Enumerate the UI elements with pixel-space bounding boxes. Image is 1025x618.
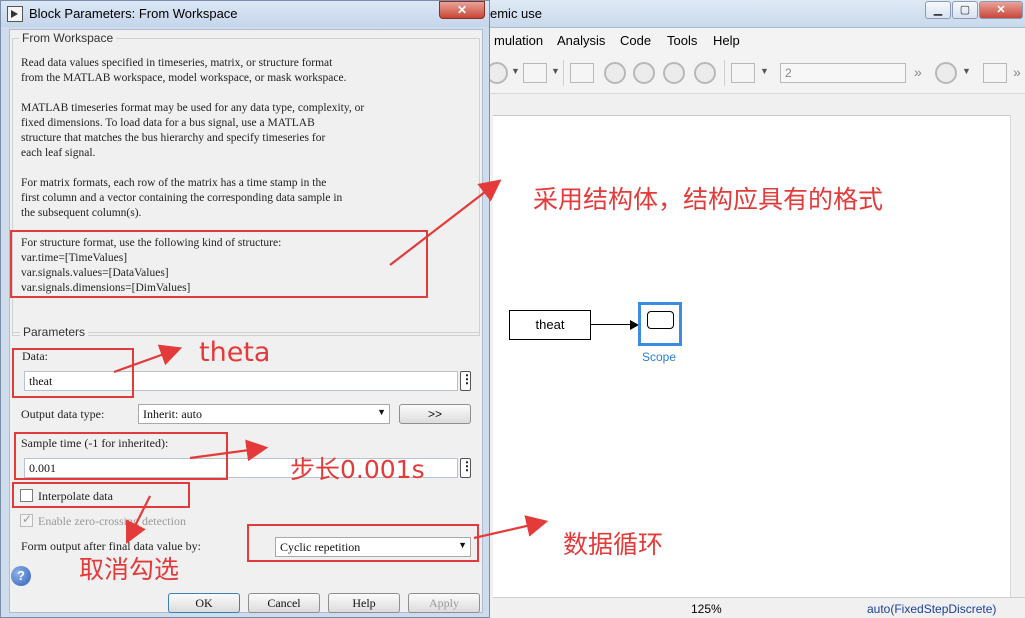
dialog-title: Block Parameters: From Workspace <box>29 6 238 21</box>
output-data-type-select[interactable]: Inherit: auto ▼ <box>138 404 390 424</box>
scope-block[interactable] <box>638 302 682 346</box>
data-highlight-box <box>12 348 134 398</box>
uncheck-annotation: 取消勾选 <box>79 555 180 584</box>
chevron-down-icon[interactable]: ▼ <box>760 66 769 76</box>
output-data-type-value: Inherit: auto <box>143 407 202 421</box>
data-more-icon[interactable]: ⋮ <box>460 371 473 391</box>
description-group-title: From Workspace <box>19 31 117 45</box>
model-advisor-icon[interactable] <box>935 62 957 84</box>
stop-time-input[interactable]: 2 <box>780 63 906 83</box>
menu-code[interactable]: Code <box>620 33 651 48</box>
chevron-down-icon[interactable]: ▼ <box>962 66 971 76</box>
close-dialog-button[interactable]: ✕ <box>439 1 485 19</box>
scope-viewer-icon[interactable] <box>731 63 755 83</box>
description-paragraph-1: Read data values specified in timeseries… <box>21 57 347 84</box>
structure-highlight-box <box>10 230 428 298</box>
output-data-type-label: Output data type: <box>21 407 105 421</box>
scope-block-label[interactable]: Scope <box>626 350 692 364</box>
zero-crossing-checkbox[interactable] <box>20 512 33 527</box>
simulink-block-icon <box>7 6 23 22</box>
zero-crossing-label: Enable zero-crossing detection <box>38 514 186 528</box>
step-forward-icon[interactable] <box>663 62 685 84</box>
sample-time-highlight-box <box>14 432 228 480</box>
solver-status[interactable]: auto(FixedStepDiscrete) <box>867 602 996 616</box>
menu-simulation[interactable]: mulation <box>494 33 543 48</box>
cycle-annotation: 数据循环 <box>563 530 664 559</box>
menu-analysis[interactable]: Analysis <box>557 33 605 48</box>
data-type-assistant-button[interactable]: >> <box>399 404 471 424</box>
interpolate-highlight-box <box>12 482 190 508</box>
ok-button[interactable]: OK <box>168 593 240 613</box>
data-annotation: theta <box>199 337 271 368</box>
dialog-titlebar[interactable]: Block Parameters: From Workspace ✕ <box>1 1 489 27</box>
close-window-button[interactable]: ✕ <box>979 1 1023 19</box>
menu-help[interactable]: Help <box>713 33 740 48</box>
minimize-button[interactable]: ▁ <box>925 1 951 19</box>
simulink-window-title: emic use <box>490 6 543 21</box>
build-icon[interactable] <box>983 63 1007 83</box>
from-workspace-block[interactable]: theat <box>509 310 591 340</box>
stop-icon[interactable] <box>694 62 716 84</box>
scope-screen-icon <box>647 311 674 329</box>
step-annotation: 步长0.001s <box>290 455 425 484</box>
toolbar-overflow-icon[interactable]: » <box>914 64 922 80</box>
description-paragraph-2: MATLAB timeseries format may be used for… <box>21 102 365 159</box>
help-button[interactable]: Help <box>328 593 400 613</box>
signal-line[interactable] <box>591 324 633 325</box>
sample-time-more-icon[interactable]: ⋮ <box>460 458 473 478</box>
record-icon[interactable] <box>570 63 594 83</box>
apply-button[interactable]: Apply <box>408 593 480 613</box>
library-browser-icon[interactable] <box>523 63 547 83</box>
form-output-highlight-box <box>247 524 479 562</box>
parameters-group-title: Parameters <box>20 325 89 339</box>
toolbar-separator <box>724 60 725 86</box>
cancel-button[interactable]: Cancel <box>248 593 320 613</box>
run-icon[interactable] <box>633 62 655 84</box>
description-paragraph-3: For matrix formats, each row of the matr… <box>21 177 343 219</box>
toolbar-overflow-icon[interactable]: » <box>1013 64 1021 80</box>
maximize-button[interactable]: ▢ <box>952 1 978 19</box>
chevron-down-icon[interactable]: ▼ <box>551 66 560 76</box>
chevron-down-icon: ▼ <box>377 407 386 417</box>
help-icon[interactable]: ? <box>11 566 31 586</box>
simulink-statusbar: 125% auto(FixedStepDiscrete) <box>493 597 1025 618</box>
canvas-scrollbar[interactable] <box>1010 115 1025 597</box>
zoom-level: 125% <box>691 602 722 616</box>
toolbar-separator <box>563 60 564 86</box>
chevron-down-icon[interactable]: ▼ <box>511 66 520 76</box>
step-back-icon[interactable] <box>604 62 626 84</box>
structure-annotation: 采用结构体，结构应具有的格式 <box>533 185 884 214</box>
menu-tools[interactable]: Tools <box>667 33 697 48</box>
